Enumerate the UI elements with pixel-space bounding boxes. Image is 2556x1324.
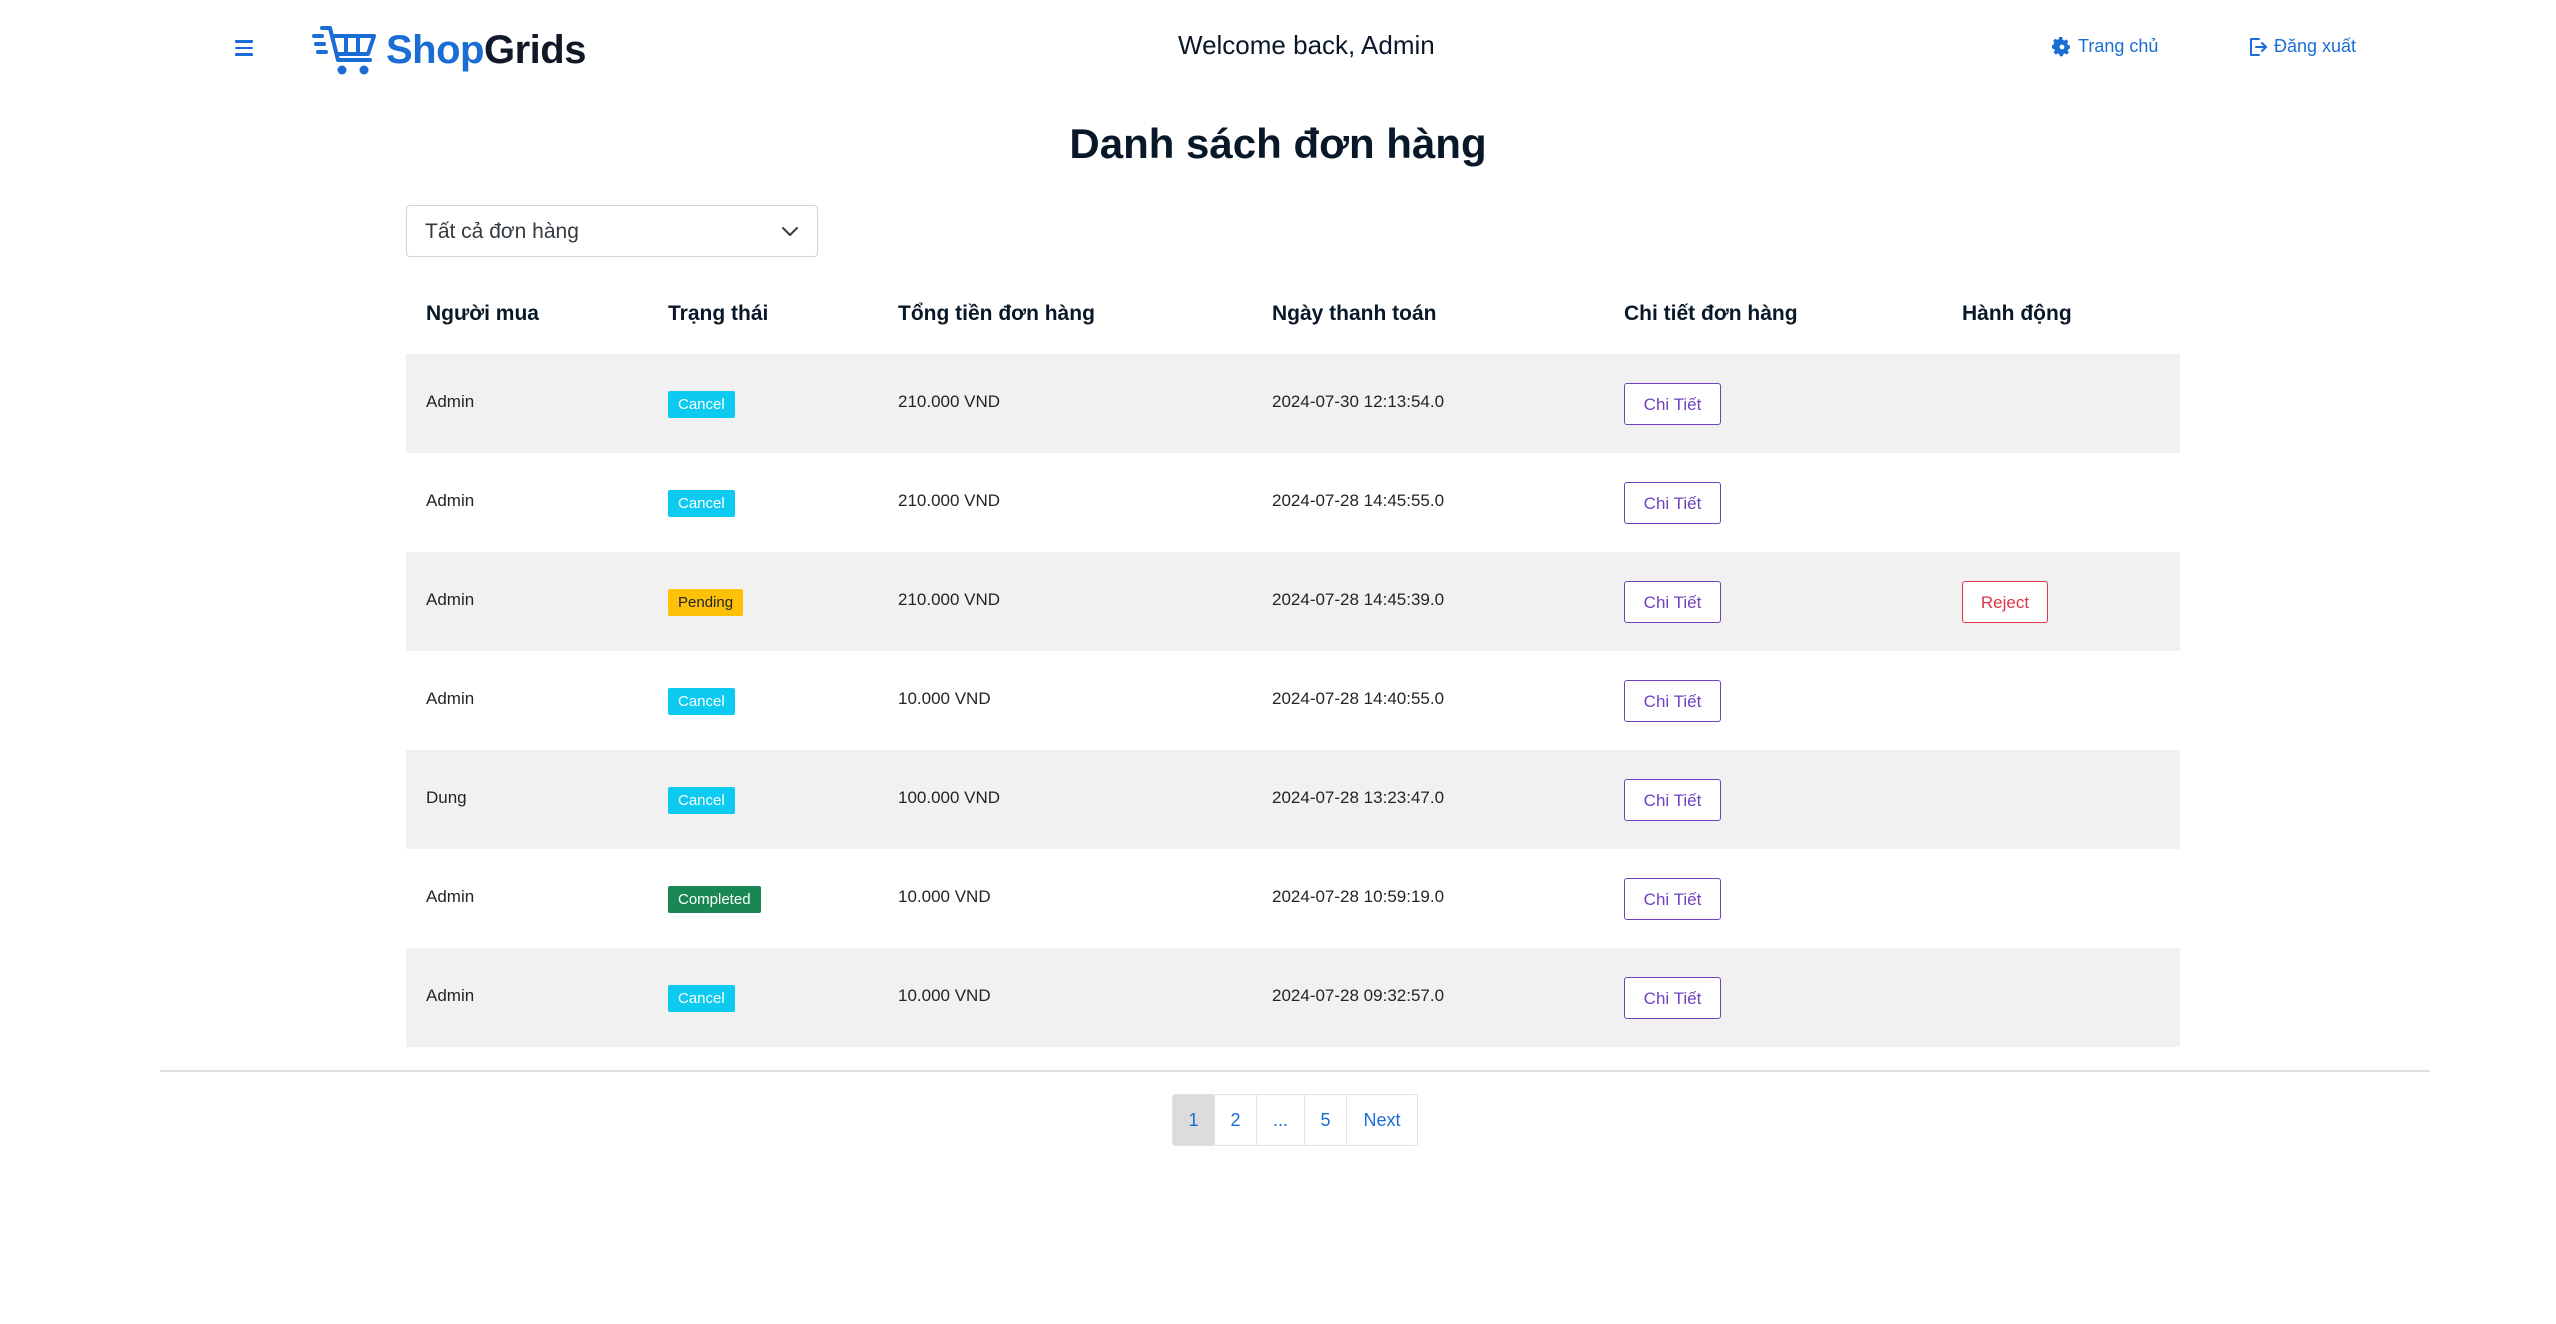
column-header-order-detail: Chi tiết đơn hàng	[1624, 302, 1798, 325]
page-link-2[interactable]: 2	[1215, 1095, 1257, 1145]
order-filter-selected-value: Tất cả đơn hàng	[425, 220, 579, 243]
buyer-cell: Admin	[426, 491, 475, 510]
table-row: Dung Cancel 100.000 VND 2024-07-28 13:23…	[406, 750, 2180, 849]
table-header-row: Người mua Trạng thái Tổng tiền đơn hàng …	[406, 280, 2180, 354]
pagination: 1 2 ... 5 Next	[1172, 1094, 1418, 1146]
order-filter-select[interactable]: Tất cả đơn hàng	[406, 205, 818, 257]
total-cell: 210.000 VND	[898, 590, 1001, 609]
buyer-cell: Admin	[426, 887, 475, 906]
column-header-status: Trạng thái	[668, 302, 769, 325]
gear-icon	[2052, 36, 2070, 56]
logo-text-shop: Shop	[386, 27, 484, 72]
payment-date-cell: 2024-07-28 13:23:47.0	[1272, 788, 1445, 807]
buyer-cell: Admin	[426, 689, 475, 708]
hamburger-menu-icon[interactable]	[232, 36, 258, 60]
buyer-cell: Dung	[426, 788, 467, 807]
payment-date-cell: 2024-07-28 14:45:55.0	[1272, 491, 1445, 510]
order-detail-button[interactable]: Chi Tiết	[1624, 383, 1721, 425]
order-detail-button[interactable]: Chi Tiết	[1624, 977, 1721, 1019]
home-link[interactable]: Trang chủ	[2052, 36, 2158, 57]
total-cell: 210.000 VND	[898, 392, 1001, 411]
page-link-1[interactable]: 1	[1173, 1095, 1215, 1145]
buyer-cell: Admin	[426, 392, 475, 411]
total-cell: 100.000 VND	[898, 788, 1001, 807]
table-row: Admin Cancel 210.000 VND 2024-07-30 12:1…	[406, 354, 2180, 453]
total-cell: 10.000 VND	[898, 689, 991, 708]
table-divider	[160, 1070, 2430, 1072]
buyer-cell: Admin	[426, 986, 475, 1005]
shopgrids-logo[interactable]: ShopGrids	[312, 20, 586, 80]
order-detail-button[interactable]: Chi Tiết	[1624, 581, 1721, 623]
column-header-total: Tổng tiền đơn hàng	[898, 302, 1095, 325]
reject-button[interactable]: Reject	[1962, 581, 2048, 623]
status-badge: Cancel	[668, 688, 735, 715]
logout-link[interactable]: Đăng xuất	[2248, 36, 2356, 57]
payment-date-cell: 2024-07-28 09:32:57.0	[1272, 986, 1445, 1005]
order-detail-button[interactable]: Chi Tiết	[1624, 779, 1721, 821]
payment-date-cell: 2024-07-28 14:45:39.0	[1272, 590, 1445, 609]
status-badge: Cancel	[668, 787, 735, 814]
chevron-down-icon	[782, 227, 798, 236]
status-badge: Pending	[668, 589, 744, 616]
order-detail-button[interactable]: Chi Tiết	[1624, 482, 1721, 524]
welcome-message: Welcome back, Admin	[1178, 30, 1435, 60]
orders-table: Người mua Trạng thái Tổng tiền đơn hàng …	[406, 280, 2180, 1047]
payment-date-cell: 2024-07-30 12:13:54.0	[1272, 392, 1445, 411]
status-badge: Completed	[668, 886, 761, 913]
total-cell: 10.000 VND	[898, 887, 991, 906]
payment-date-cell: 2024-07-28 14:40:55.0	[1272, 689, 1445, 708]
top-header: ShopGrids Welcome back, Admin Trang chủ …	[0, 0, 2556, 100]
total-cell: 10.000 VND	[898, 986, 991, 1005]
order-detail-button[interactable]: Chi Tiết	[1624, 680, 1721, 722]
table-row: Admin Cancel 210.000 VND 2024-07-28 14:4…	[406, 453, 2180, 552]
page-link-next[interactable]: Next	[1347, 1095, 1417, 1145]
table-row: Admin Completed 10.000 VND 2024-07-28 10…	[406, 849, 2180, 948]
total-cell: 210.000 VND	[898, 491, 1001, 510]
table-row: Admin Cancel 10.000 VND 2024-07-28 09:32…	[406, 948, 2180, 1047]
logout-link-label: Đăng xuất	[2274, 36, 2357, 56]
order-detail-button[interactable]: Chi Tiết	[1624, 878, 1721, 920]
logo-text: ShopGrids	[386, 28, 586, 73]
table-row: Admin Pending 210.000 VND 2024-07-28 14:…	[406, 552, 2180, 651]
logo-text-grids: Grids	[483, 27, 586, 72]
status-badge: Cancel	[668, 490, 735, 517]
logout-icon	[2250, 37, 2267, 56]
buyer-cell: Admin	[426, 590, 475, 609]
shopping-cart-icon	[312, 26, 376, 75]
page-title: Danh sách đơn hàng	[1069, 120, 1487, 167]
page-ellipsis[interactable]: ...	[1257, 1095, 1305, 1145]
status-badge: Cancel	[668, 985, 735, 1012]
page-link-5[interactable]: 5	[1305, 1095, 1347, 1145]
table-row: Admin Cancel 10.000 VND 2024-07-28 14:40…	[406, 651, 2180, 750]
column-header-payment-date: Ngày thanh toán	[1272, 302, 1437, 325]
payment-date-cell: 2024-07-28 10:59:19.0	[1272, 887, 1445, 906]
column-header-buyer: Người mua	[426, 302, 539, 325]
home-link-label: Trang chủ	[2078, 36, 2159, 56]
status-badge: Cancel	[668, 391, 735, 418]
column-header-action: Hành động	[1962, 302, 2072, 325]
